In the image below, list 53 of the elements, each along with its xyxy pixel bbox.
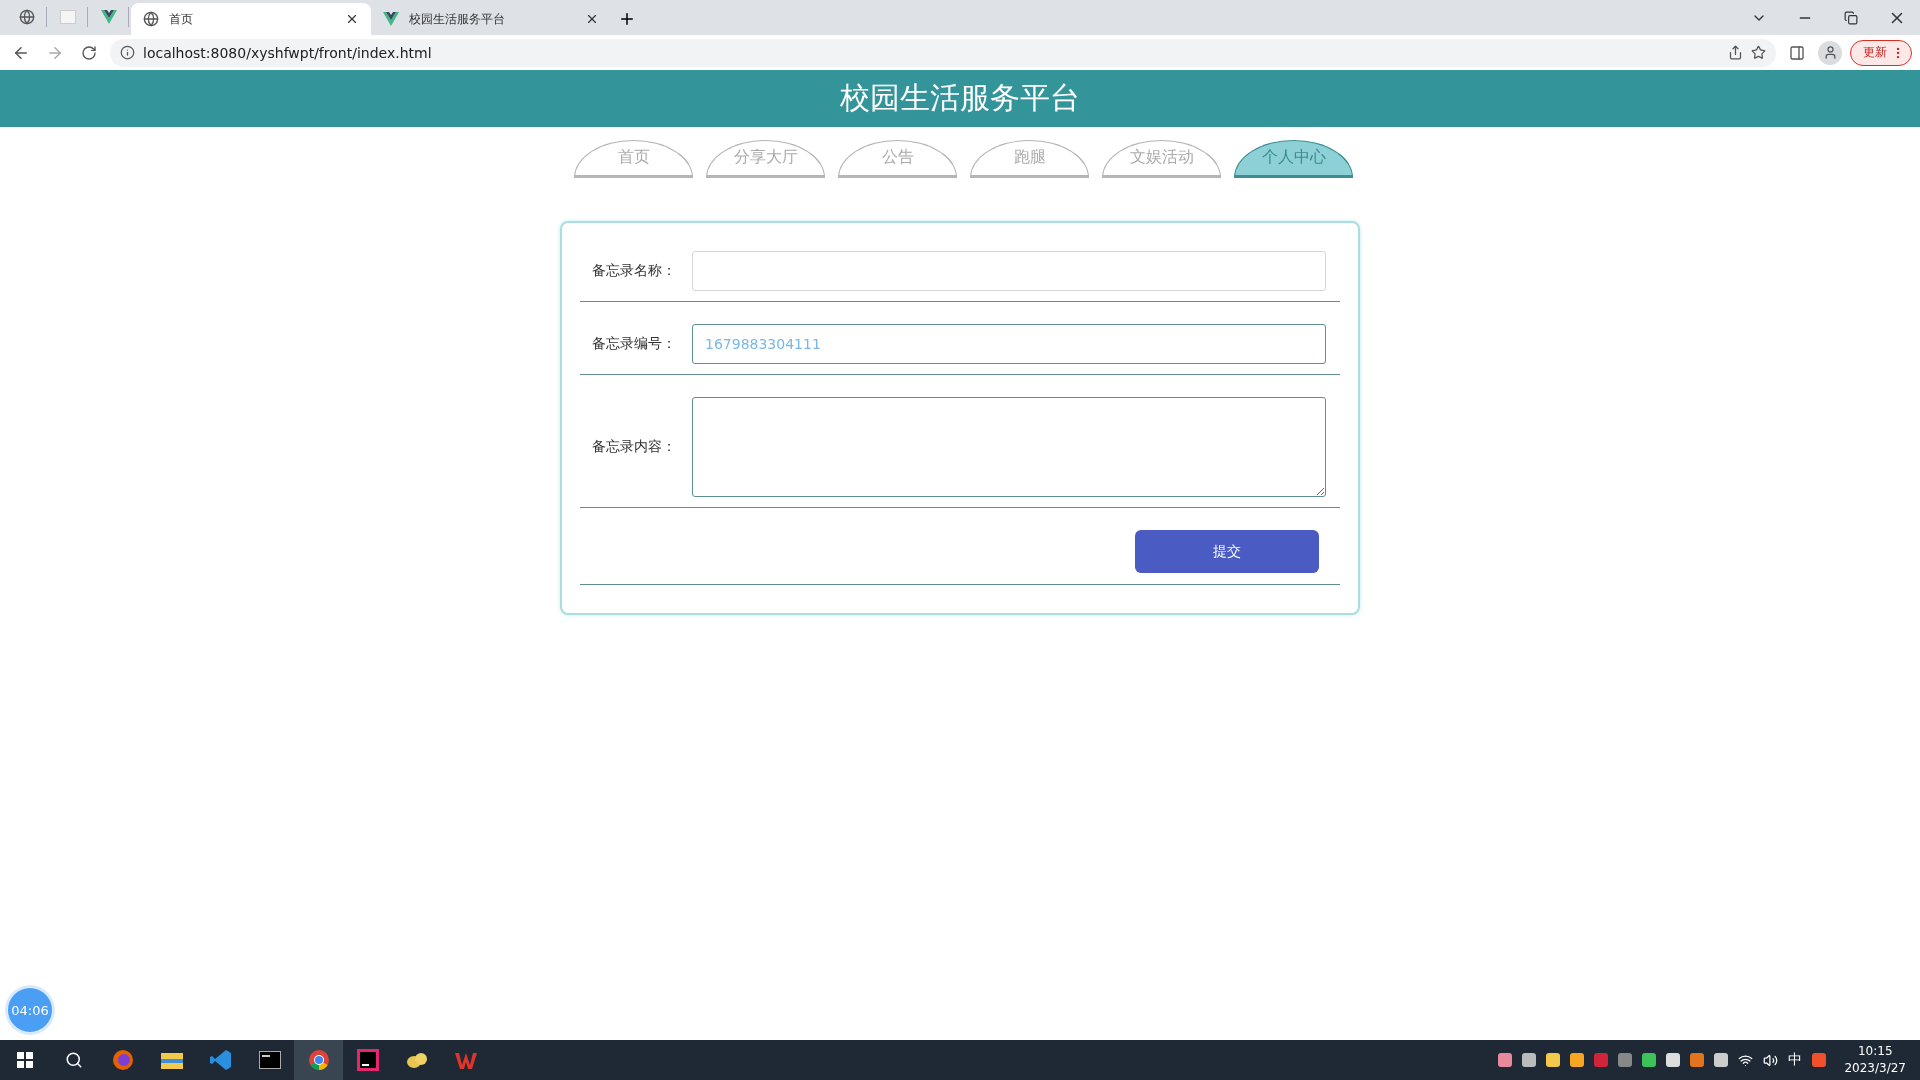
input-method-indicator[interactable]: 中 — [1788, 1051, 1803, 1069]
timer-badge[interactable]: 04:06 — [8, 988, 52, 1032]
tray-icon[interactable] — [1714, 1053, 1729, 1067]
input-field[interactable] — [692, 251, 1326, 291]
nav-tab[interactable]: 公告 — [838, 140, 957, 178]
windows-logo-icon[interactable] — [16, 1052, 33, 1068]
reload-icon[interactable] — [81, 44, 97, 61]
browser-tab[interactable]: 校园生活服务平台 — [371, 3, 611, 35]
tab-title: 首页 — [169, 10, 194, 28]
tab-title: 校园生活服务平台 — [409, 10, 506, 28]
nav-tab[interactable]: 文娱活动 — [1102, 140, 1221, 178]
globe-icon — [19, 8, 35, 25]
network-icon[interactable] — [1738, 1052, 1754, 1068]
volume-icon[interactable] — [1763, 1052, 1779, 1068]
tray-icon[interactable] — [1498, 1053, 1513, 1067]
v-logo-icon — [101, 9, 117, 24]
browser-tab[interactable]: 首页 — [131, 3, 371, 35]
site-title: 校园生活服务平台 — [840, 79, 1080, 117]
side-panel-icon[interactable] — [1789, 44, 1805, 61]
v-logo-icon — [383, 12, 399, 26]
share-icon[interactable] — [1728, 45, 1743, 60]
address-bar[interactable]: localhost:8080/xyshfwpt/front/index.html — [110, 38, 1776, 67]
nav-tab[interactable]: 分享大厅 — [706, 140, 825, 178]
field-label: 备忘录编号： — [591, 335, 677, 353]
globe-icon — [143, 11, 159, 27]
search-icon[interactable] — [64, 1051, 83, 1069]
nav-tab[interactable]: 个人中心 — [1234, 140, 1353, 178]
close-icon[interactable] — [345, 12, 359, 26]
tray-icon[interactable] — [1522, 1053, 1537, 1067]
field-label: 备忘录内容： — [591, 438, 677, 456]
star-icon[interactable] — [1751, 45, 1766, 60]
profile-avatar[interactable] — [1818, 40, 1842, 65]
person-icon — [1822, 45, 1838, 60]
submit-button[interactable]: 提交 — [1135, 530, 1319, 573]
tray-icon[interactable] — [1690, 1053, 1705, 1067]
update-button[interactable]: 更新 — [1850, 39, 1912, 66]
plus-icon[interactable] — [618, 10, 636, 28]
field-label: 备忘录名称： — [591, 262, 677, 280]
info-icon — [120, 45, 135, 60]
page-icon — [60, 9, 76, 24]
tray-icon[interactable] — [1546, 1053, 1561, 1067]
input-field[interactable]: 1679883304111 — [692, 324, 1326, 364]
tray-icon[interactable] — [1570, 1053, 1585, 1067]
nav-tab[interactable]: 首页 — [574, 140, 693, 178]
close-icon[interactable] — [585, 12, 599, 26]
browser-app-icon[interactable] — [294, 1040, 343, 1080]
restore-icon[interactable] — [1844, 10, 1858, 25]
url-text: localhost:8080/xyshfwpt/front/index.html — [143, 44, 433, 61]
textarea-field[interactable] — [692, 397, 1326, 497]
taskbar-clock[interactable]: 10:15 2023/3/27 — [1844, 1043, 1906, 1077]
tray-icon[interactable] — [1642, 1053, 1657, 1067]
nav-tab[interactable]: 跑腿 — [970, 140, 1089, 178]
tray-icon[interactable] — [1666, 1053, 1681, 1067]
